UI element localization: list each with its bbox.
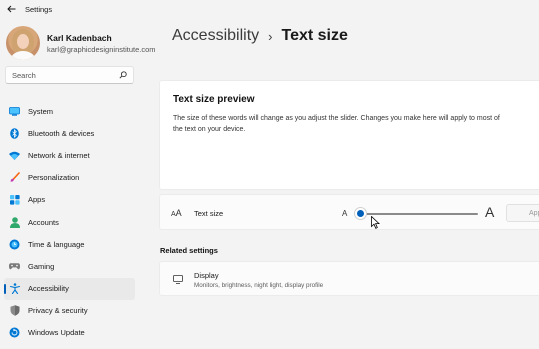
- sidebar-item-windows-update[interactable]: Windows Update: [4, 322, 135, 344]
- apply-button[interactable]: Apply: [506, 204, 539, 222]
- sidebar-item-personalization[interactable]: Personalization: [4, 167, 135, 189]
- breadcrumb: Accessibility › Text size: [172, 27, 348, 45]
- sidebar-nav: System Bluetooth & devices Network & int…: [4, 100, 135, 344]
- chevron-right-icon: ›: [268, 28, 273, 44]
- search-input[interactable]: [12, 70, 112, 80]
- window-title: Settings: [25, 4, 53, 14]
- system-icon: [9, 106, 20, 117]
- back-button[interactable]: [3, 1, 19, 17]
- sidebar-item-privacy-security[interactable]: Privacy & security: [4, 300, 135, 322]
- sidebar-item-accounts[interactable]: Accounts: [4, 211, 135, 233]
- text-size-slider[interactable]: [358, 213, 478, 215]
- sidebar-item-label: Personalization: [28, 173, 80, 183]
- slider-thumb[interactable]: [353, 207, 367, 220]
- text-size-setting-card: AA Text size A A Apply: [159, 194, 539, 230]
- sidebar-item-label: Windows Update: [28, 328, 85, 338]
- profile-name: Karl Kadenbach: [47, 32, 112, 43]
- accessibility-icon: [9, 283, 20, 295]
- sidebar-item-label: Gaming: [28, 261, 55, 271]
- breadcrumb-parent[interactable]: Accessibility: [172, 27, 259, 45]
- shield-icon: [9, 305, 20, 317]
- sidebar-item-label: Accessibility: [28, 284, 69, 294]
- sidebar-item-label: System: [28, 106, 54, 116]
- sidebar-item-time-language[interactable]: Time & language: [4, 233, 135, 255]
- related-settings-heading: Related settings: [160, 246, 218, 255]
- wifi-icon: [9, 150, 20, 161]
- sidebar-item-system[interactable]: System: [4, 100, 135, 122]
- accounts-icon: [9, 216, 20, 228]
- sidebar-item-label: Time & language: [28, 239, 85, 249]
- sidebar-item-label: Accounts: [28, 217, 59, 227]
- sidebar-item-apps[interactable]: Apps: [4, 189, 135, 211]
- gamepad-icon: [9, 261, 20, 272]
- bluetooth-icon: [9, 127, 20, 139]
- search-icon[interactable]: [119, 71, 127, 79]
- page-title: Text size: [281, 27, 348, 44]
- profile-email: karl@graphicdesigninstitute.com: [47, 44, 156, 54]
- brush-icon: [9, 172, 20, 183]
- search-box[interactable]: [5, 66, 134, 84]
- user-profile[interactable]: Karl Kadenbach karl@graphicdesigninstitu…: [6, 26, 156, 60]
- title-bar: Settings: [0, 0, 539, 18]
- text-size-icon: AA: [171, 208, 182, 218]
- monitor-icon: [173, 275, 183, 284]
- globe-clock-icon: [9, 239, 20, 250]
- text-size-preview-card: Text size preview The size of these word…: [159, 80, 539, 190]
- display-settings-link[interactable]: Display Monitors, brightness, night ligh…: [159, 261, 539, 296]
- preview-title: Text size preview: [173, 94, 255, 105]
- sidebar-item-label: Network & internet: [28, 150, 90, 160]
- text-size-label: Text size: [194, 209, 224, 218]
- sidebar-item-network[interactable]: Network & internet: [4, 144, 135, 166]
- sidebar-item-accessibility[interactable]: Accessibility: [4, 277, 135, 300]
- slider-max-label: A: [485, 204, 495, 220]
- sidebar-item-bluetooth[interactable]: Bluetooth & devices: [4, 122, 135, 144]
- sidebar-item-label: Privacy & security: [28, 306, 88, 316]
- update-icon: [9, 327, 20, 338]
- sidebar-item-gaming[interactable]: Gaming: [4, 255, 135, 277]
- mouse-cursor-icon: [371, 216, 380, 229]
- slider-min-label: A: [342, 209, 348, 218]
- sidebar-item-label: Apps: [28, 195, 46, 205]
- preview-description: The size of these words will change as y…: [173, 115, 500, 133]
- sidebar-item-label: Bluetooth & devices: [28, 128, 95, 138]
- apps-icon: [9, 194, 20, 205]
- avatar: [6, 26, 40, 60]
- display-subtitle: Monitors, brightness, night light, displ…: [194, 282, 324, 289]
- back-arrow-icon: [6, 5, 15, 13]
- display-title: Display: [194, 271, 219, 280]
